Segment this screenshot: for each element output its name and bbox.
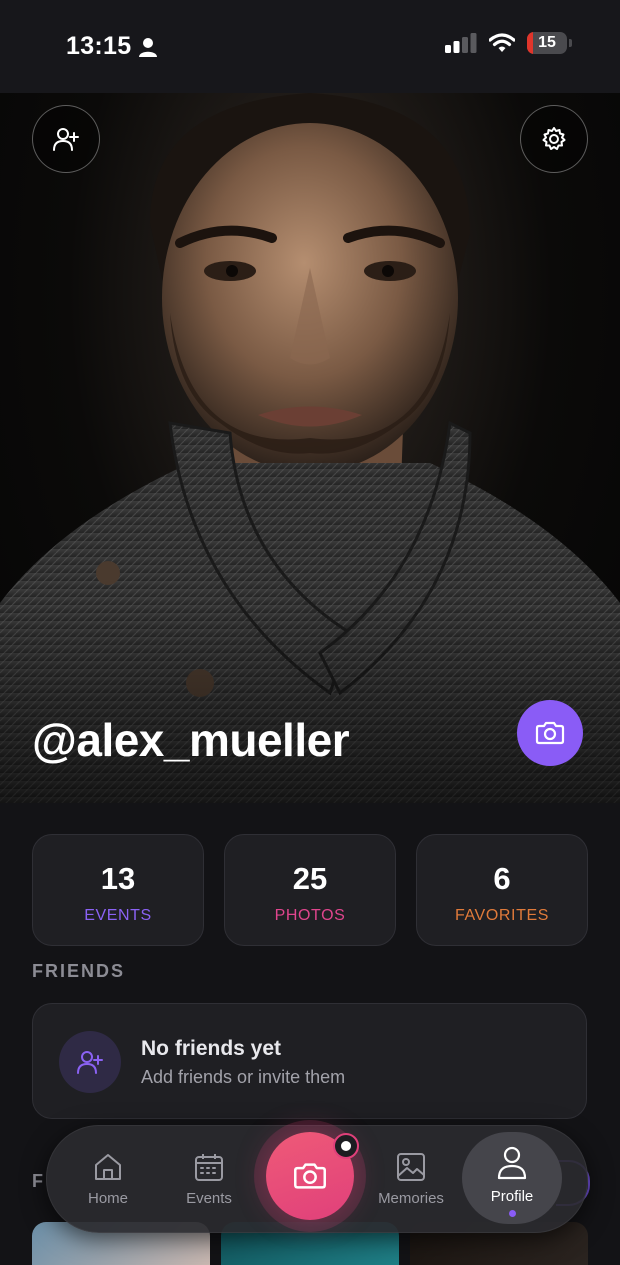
friends-empty-title: No friends yet xyxy=(141,1037,282,1060)
camera-icon xyxy=(294,1163,326,1189)
nav-label: Memories xyxy=(378,1190,444,1207)
add-friend-button[interactable] xyxy=(32,105,100,173)
change-photo-button[interactable] xyxy=(517,700,583,766)
stat-card-events[interactable]: 13 EVENTS xyxy=(32,834,204,946)
favorites-section-title: F xyxy=(32,1171,45,1191)
stat-value: 13 xyxy=(100,861,136,896)
person-icon xyxy=(497,1146,527,1180)
stat-card-favorites[interactable]: 6 FAVORITES xyxy=(416,834,588,946)
gear-icon xyxy=(542,127,566,150)
nav-profile[interactable]: Profile xyxy=(462,1132,562,1224)
nav-label: Profile xyxy=(490,1188,534,1205)
image-icon xyxy=(397,1153,425,1181)
signal-icon xyxy=(445,33,477,53)
camera-notification-badge xyxy=(333,1133,359,1159)
stat-label: FAVORITES xyxy=(454,907,549,924)
calendar-icon xyxy=(195,1154,223,1181)
hero-shade xyxy=(0,603,620,803)
active-indicator xyxy=(509,1210,516,1217)
battery-icon: 15 xyxy=(527,32,572,54)
status-right: 15 xyxy=(445,32,572,54)
battery-level: 15 xyxy=(538,34,556,51)
friends-empty-subtitle: Add friends or invite them xyxy=(141,1067,346,1087)
stat-value: 6 xyxy=(493,861,511,896)
nav-label: Events xyxy=(186,1190,232,1207)
stat-label: EVENTS xyxy=(84,907,152,924)
profile-hero: @alex_mueller xyxy=(0,93,620,803)
nav-events[interactable]: Events xyxy=(164,1126,254,1232)
nav-memories[interactable]: Memories xyxy=(366,1126,456,1232)
wifi-icon xyxy=(489,33,515,52)
status-time: 13:15 xyxy=(66,32,132,60)
status-left: 13:15 xyxy=(66,32,158,61)
friends-avatar xyxy=(59,1031,121,1093)
settings-button[interactable] xyxy=(520,105,588,173)
friends-empty-card[interactable]: No friends yet Add friends or invite the… xyxy=(32,1003,587,1119)
person-icon xyxy=(139,37,158,57)
battery: 15 xyxy=(527,32,567,54)
home-icon xyxy=(95,1154,121,1180)
status-bar: 13:15 15 xyxy=(0,0,620,93)
friends-section-title: FRIENDS xyxy=(32,961,126,981)
add-person-icon xyxy=(77,1051,103,1074)
stat-value: 25 xyxy=(292,861,328,896)
stat-label: PHOTOS xyxy=(274,907,346,924)
username: @alex_mueller xyxy=(32,714,350,766)
nav-label: Home xyxy=(87,1190,128,1207)
nav-home[interactable]: Home xyxy=(63,1126,153,1232)
battery-fill xyxy=(527,32,533,54)
stat-card-photos[interactable]: 25 PHOTOS xyxy=(224,834,396,946)
camera-icon xyxy=(535,721,565,745)
add-person-icon xyxy=(53,128,79,151)
